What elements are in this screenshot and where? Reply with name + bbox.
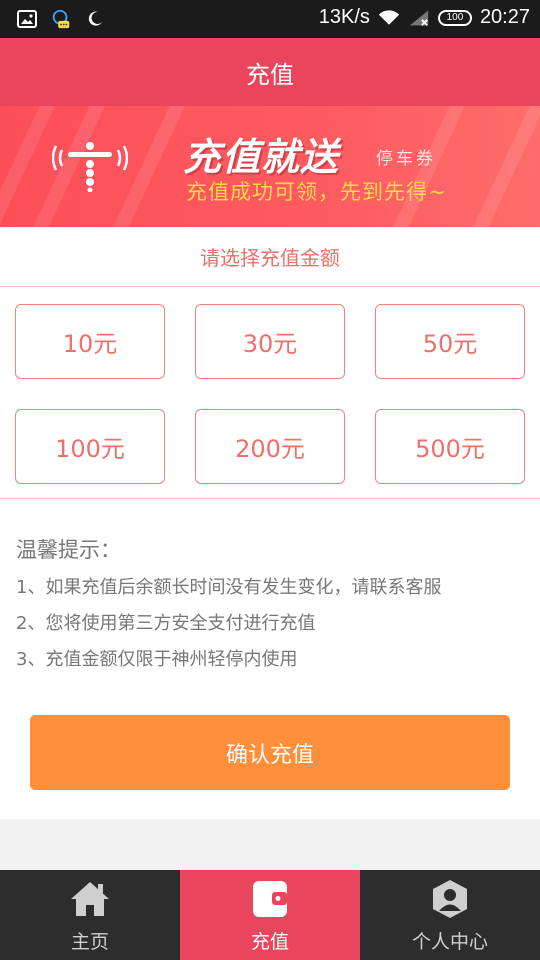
nav-label-profile: 个人中心 — [411, 930, 488, 953]
status-bar: 13K/s 100 20:27 — [0, 0, 540, 38]
user-icon — [428, 877, 472, 921]
amount-option[interactable]: 200元 — [195, 409, 345, 484]
brand-logo-icon — [52, 142, 128, 192]
status-right: 13K/s 100 20:27 — [319, 6, 530, 29]
amount-option[interactable]: 100元 — [15, 409, 165, 484]
tip-item: 2、您将使用第三方安全支付进行充值 — [16, 613, 316, 634]
amount-option[interactable]: 30元 — [195, 304, 345, 379]
clock: 20:27 — [479, 6, 530, 28]
nav-item-home[interactable]: 主页 — [0, 870, 180, 960]
bottom-nav: 主页 充值 个人中心 — [0, 870, 540, 960]
amount-option[interactable]: 10元 — [15, 304, 165, 379]
banner-headline: 充值就送 — [183, 135, 340, 179]
tip-item: 1、如果充值后余额长时间没有发生变化，请联系客服 — [16, 577, 442, 598]
banner-stripe — [464, 106, 540, 227]
image-icon — [16, 8, 38, 30]
nav-label-home: 主页 — [70, 930, 109, 953]
banner-slogan: 充值成功可领，先到先得~ — [186, 180, 447, 204]
tips-title: 温馨提示： — [16, 538, 121, 562]
net-speed: 13K/s — [318, 6, 370, 28]
amount-option[interactable]: 50元 — [375, 304, 525, 379]
wallet-icon — [248, 877, 292, 921]
banner-tag: 停车券 — [376, 149, 436, 169]
recharge-panel: 请选择充值金额 10元 30元 50元 100元 200元 500元 温馨提示：… — [0, 227, 540, 819]
tip-item: 3、充值金额仅限于神州轻停内使用 — [16, 649, 298, 670]
nav-label-recharge: 充值 — [250, 930, 289, 953]
confirm-recharge-button[interactable]: 确认充值 — [30, 715, 510, 790]
chat-robot-icon — [50, 8, 72, 30]
signal-icon — [408, 7, 430, 29]
battery-level: 100 — [446, 12, 464, 23]
promo-banner[interactable]: 充值就送 停车券 充值成功可领，先到先得~ — [0, 106, 540, 227]
section-divider — [0, 498, 540, 499]
battery-icon: 100 — [437, 9, 472, 26]
amount-option[interactable]: 500元 — [375, 409, 525, 484]
moon-icon — [84, 8, 106, 30]
title-bar: 充值 — [0, 38, 540, 106]
page-title: 充值 — [246, 60, 294, 89]
home-icon — [68, 877, 112, 921]
nav-item-profile[interactable]: 个人中心 — [360, 870, 540, 960]
nav-item-recharge[interactable]: 充值 — [180, 870, 360, 960]
wifi-icon — [378, 7, 400, 29]
amount-section-title: 请选择充值金额 — [0, 227, 540, 287]
status-left — [16, 8, 106, 30]
